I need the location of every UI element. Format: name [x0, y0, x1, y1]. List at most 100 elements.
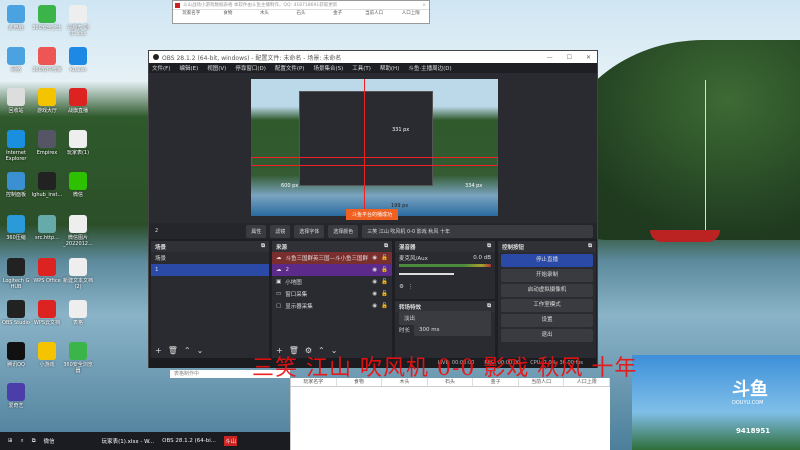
- eye-icon[interactable]: ◉: [372, 267, 377, 273]
- desktop-icon[interactable]: Empirex: [31, 130, 63, 156]
- taskbar-item-wechat[interactable]: 微信: [44, 437, 94, 445]
- trash-icon[interactable]: 🗑: [168, 346, 178, 355]
- desktop-icon[interactable]: 网络: [0, 47, 32, 73]
- menu-item[interactable]: 工具(T): [352, 64, 371, 72]
- desktop-icon[interactable]: 此电脑: [0, 5, 32, 31]
- control-button[interactable]: 退出: [501, 329, 593, 342]
- close-icon[interactable]: ×: [422, 3, 429, 8]
- scene-item[interactable]: 场景: [151, 252, 269, 264]
- desktop-icon[interactable]: 兴趣表 副本.xlsx: [62, 5, 94, 37]
- source-item[interactable]: ☁ 2 ◉ 🔓: [272, 264, 392, 276]
- desktop-icon[interactable]: 回收站: [0, 88, 32, 114]
- desktop-icon[interactable]: 360压缩: [0, 215, 32, 241]
- menu-item[interactable]: 配置文件(P): [275, 64, 305, 72]
- desktop-icon-label: 战旗直播: [67, 108, 88, 114]
- mixer-dock: 混音器 ⧉ 麦克风/Aux 0.0 dB ⚙ ⋮: [395, 241, 495, 299]
- desktop-icon[interactable]: 游戏大厅: [31, 88, 63, 114]
- taskbar-item-obs[interactable]: OBS 28.1.2 (64-bi...: [162, 438, 216, 444]
- source-item[interactable]: ☁ 斗鱼三国群英三国—斗小鱼三国群 ◉ 🔓: [272, 252, 392, 264]
- obs-logo-icon: [153, 54, 159, 60]
- taskbar-item-wps[interactable]: 玩家表(1).xlsx - W...: [102, 437, 154, 445]
- taskview-icon[interactable]: ⧉: [32, 438, 36, 445]
- desktop-icon[interactable]: Kuaiso: [62, 47, 94, 73]
- transition-select[interactable]: 淡出: [399, 311, 491, 325]
- menu-item[interactable]: 停靠窗口(D): [235, 64, 266, 72]
- more-icon[interactable]: ⋮: [408, 284, 414, 290]
- lock-icon[interactable]: 🔓: [381, 303, 388, 309]
- desktop-icon[interactable]: 玩家表(1): [62, 130, 94, 156]
- search-icon[interactable]: ⌕: [21, 438, 24, 445]
- desktop-icon[interactable]: 战旗直播: [62, 88, 94, 114]
- add-icon[interactable]: +: [155, 346, 162, 355]
- filters-button[interactable]: 滤镜: [270, 224, 291, 238]
- control-button[interactable]: 开始录制: [501, 269, 593, 282]
- desktop-icon[interactable]: WPS云文档: [31, 300, 63, 326]
- close-button[interactable]: ✕: [586, 54, 591, 61]
- desktop-icon[interactable]: 表格: [62, 300, 94, 326]
- desktop-icon[interactable]: 360安全卫士: [31, 5, 63, 31]
- desktop-icon[interactable]: WPS Office: [31, 258, 63, 284]
- desktop-icon[interactable]: 小游戏: [31, 342, 63, 368]
- source-item[interactable]: ▢ 显示器采集 ◉ 🔓: [272, 300, 392, 312]
- properties-button[interactable]: 属性: [246, 224, 267, 238]
- source-item[interactable]: ▭ 窗口采集 ◉ 🔓: [272, 288, 392, 300]
- lock-icon[interactable]: 🔓: [381, 267, 388, 273]
- source-label: 2: [285, 267, 290, 273]
- control-button[interactable]: 工作室模式: [501, 299, 593, 312]
- desktop-icon[interactable]: 控制面板: [0, 172, 32, 198]
- control-button[interactable]: 设置: [501, 314, 593, 327]
- app-icon: [7, 383, 25, 401]
- minimize-button[interactable]: —: [547, 54, 553, 61]
- scene-item[interactable]: 1: [151, 264, 269, 276]
- desktop-icon[interactable]: 爱奇艺: [0, 383, 32, 409]
- desktop-icon[interactable]: 微信: [62, 172, 94, 198]
- menu-item[interactable]: 帮助(H): [380, 64, 399, 72]
- menu-item[interactable]: 斗鱼·主播周边(D): [408, 64, 451, 72]
- app-icon: [7, 172, 25, 190]
- source-type-icon: ▭: [276, 291, 282, 297]
- menu-item[interactable]: 场景集合(S): [313, 64, 343, 72]
- select-font-button[interactable]: 选择字体: [294, 224, 325, 238]
- eye-icon[interactable]: ◉: [372, 303, 377, 309]
- app-icon: [38, 300, 56, 318]
- control-button[interactable]: 停止直播: [501, 254, 593, 267]
- desktop-icon[interactable]: 微信图片_2022012...: [62, 215, 94, 247]
- menu-item[interactable]: 文件(F): [152, 64, 170, 72]
- desktop-icon-label: src.http...: [35, 235, 59, 241]
- maximize-button[interactable]: ☐: [567, 54, 572, 61]
- select-color-button[interactable]: 选择颜色: [328, 224, 359, 238]
- obs-preview[interactable]: 331 px 600 px 334 px 199 px 斗鱼平台的播成功: [149, 73, 597, 223]
- desktop-icon[interactable]: 360安全浏览器: [62, 342, 94, 374]
- desktop-icon[interactable]: OBS Studio: [0, 300, 32, 326]
- selection-box[interactable]: [251, 157, 498, 166]
- menu-item[interactable]: 编辑(E): [179, 64, 198, 72]
- taskbar-item-app[interactable]: 斗山: [224, 436, 238, 446]
- app-icon: [7, 342, 25, 360]
- desktop-icon-label: 360软件管家: [32, 67, 62, 73]
- dock-title: 控制按钮: [502, 244, 525, 251]
- mixer-settings-icon[interactable]: ⚙: [399, 284, 404, 290]
- column-header: 木头: [259, 11, 269, 16]
- down-icon[interactable]: ⌄: [197, 346, 204, 355]
- desktop-icon[interactable]: 新建文本文档(2): [62, 258, 94, 290]
- desktop-icon[interactable]: src.http...: [31, 215, 63, 241]
- desktop-icon[interactable]: Logitech G HUB: [0, 258, 32, 290]
- eye-icon[interactable]: ◉: [372, 279, 377, 285]
- start-icon[interactable]: ⊞: [8, 438, 13, 444]
- menu-item[interactable]: 视图(V): [207, 64, 226, 72]
- lock-icon[interactable]: 🔓: [381, 279, 388, 285]
- lock-icon[interactable]: 🔓: [381, 291, 388, 297]
- duration-input[interactable]: 300 ms: [414, 324, 491, 336]
- desktop-icon[interactable]: 腾讯QQ: [0, 342, 32, 368]
- source-item[interactable]: ▣ 小地图 ◉ 🔓: [272, 276, 392, 288]
- text-input[interactable]: 三笑 江山 吹风机 0-0 影戏 秋风 十年: [362, 224, 593, 238]
- desktop-icon[interactable]: 360软件管家: [31, 47, 63, 73]
- control-button[interactable]: 启动虚拟摄像机: [501, 284, 593, 297]
- eye-icon[interactable]: ◉: [372, 255, 377, 261]
- eye-icon[interactable]: ◉: [372, 291, 377, 297]
- volume-slider[interactable]: [399, 273, 454, 275]
- desktop-icon[interactable]: Internet Explorer: [0, 130, 32, 162]
- up-icon[interactable]: ⌃: [184, 346, 191, 355]
- lock-icon[interactable]: 🔓: [381, 255, 388, 261]
- desktop-icon[interactable]: lghub_inst...: [31, 172, 63, 198]
